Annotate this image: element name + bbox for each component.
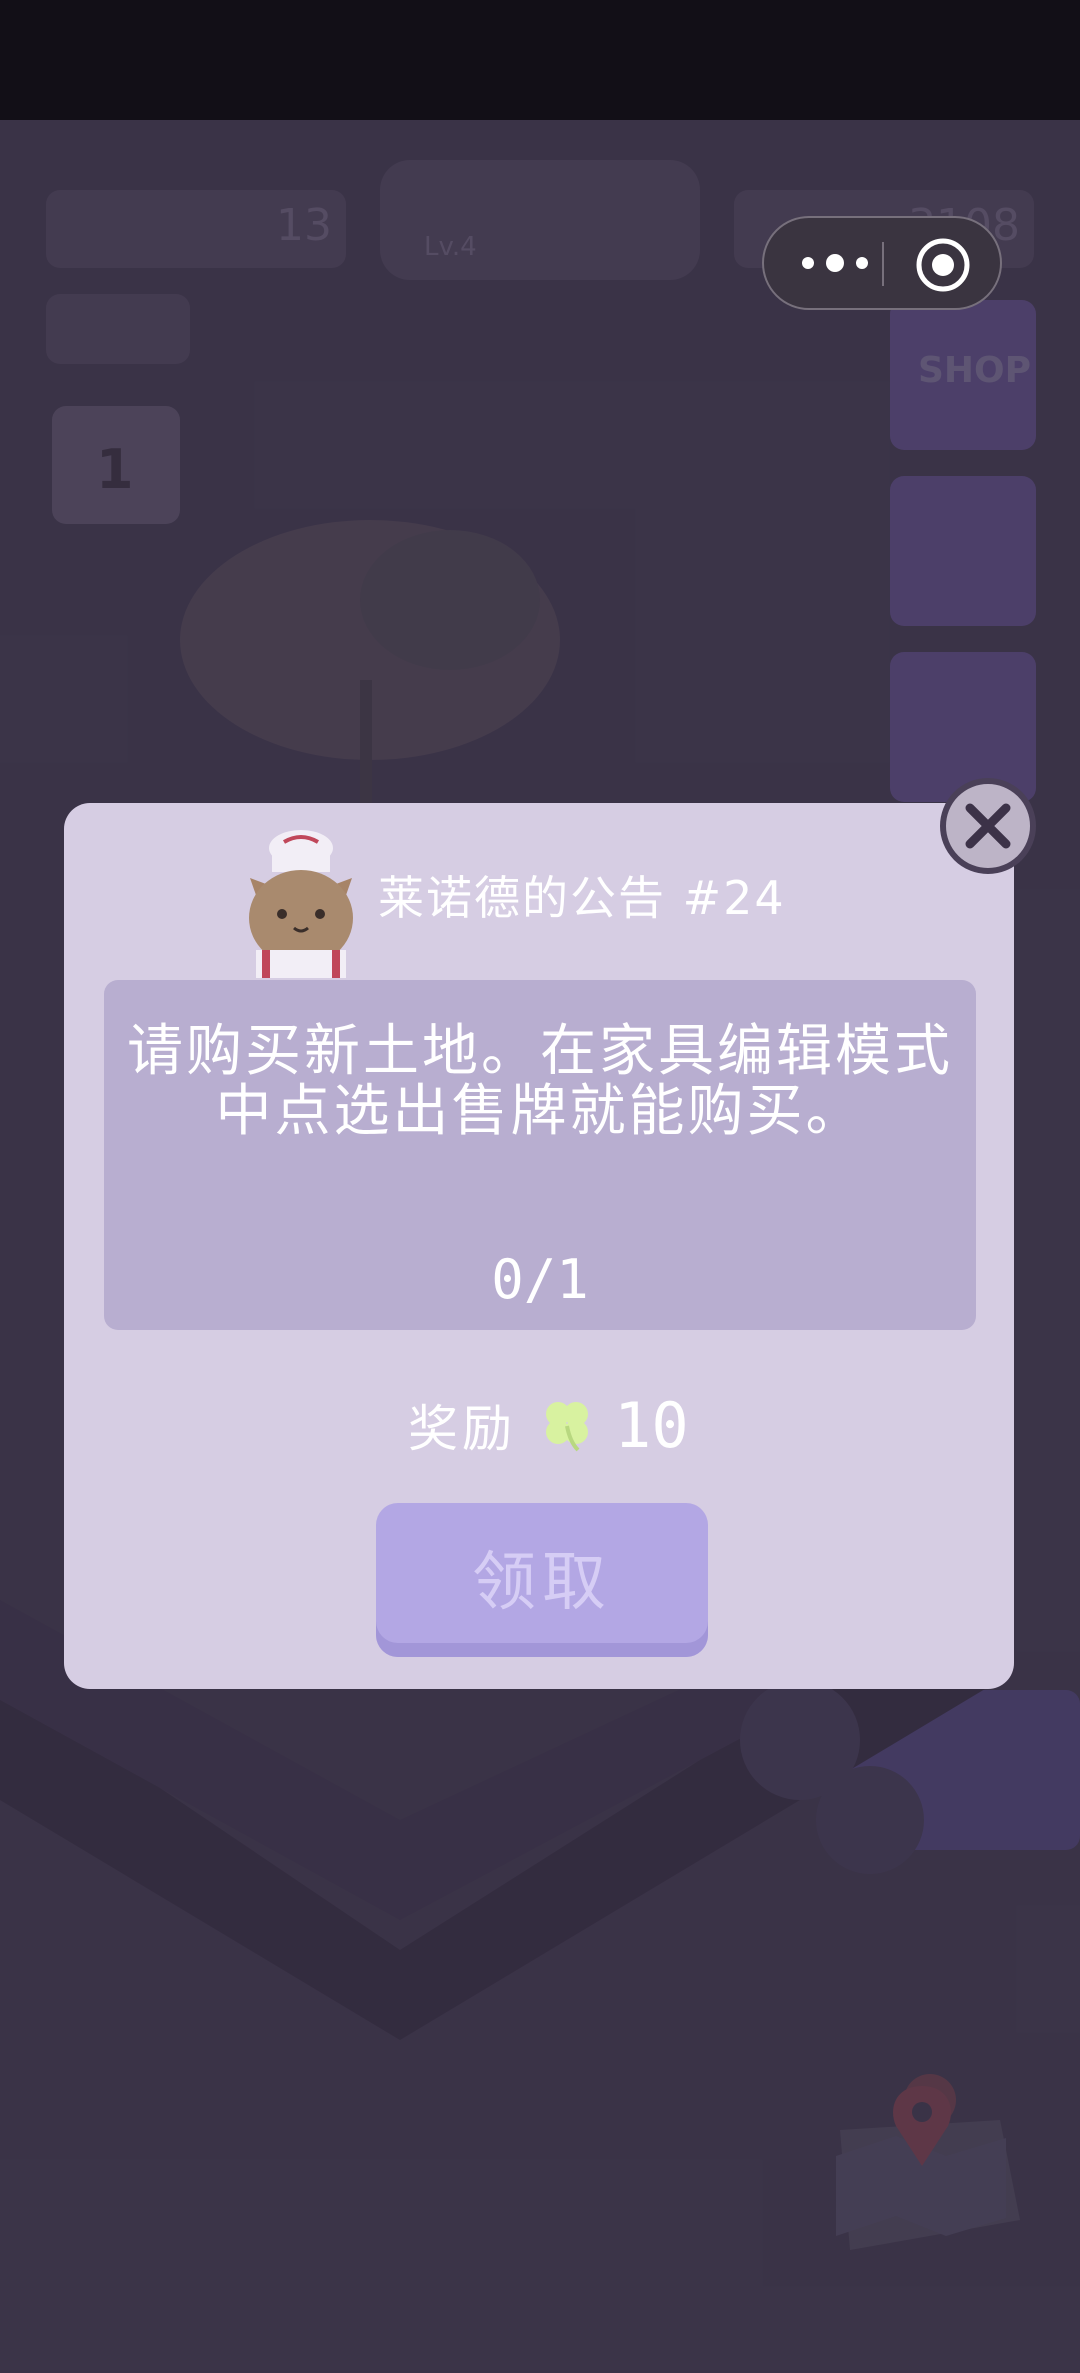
clover-icon	[546, 1402, 588, 1452]
dialog-title: 莱诺德的公告 #24	[378, 871, 786, 925]
capsule-divider	[882, 242, 884, 286]
close-icon	[965, 803, 1011, 849]
reward-row: 奖励 10	[408, 1388, 689, 1462]
quest-progress: 0/1	[491, 1248, 589, 1311]
more-dots-icon[interactable]	[798, 248, 872, 278]
close-button[interactable]	[940, 778, 1036, 874]
claim-label: 领取	[472, 1546, 612, 1620]
target-close-icon[interactable]	[914, 236, 972, 294]
quest-message: 请购买新土地。在家具编辑模式中点选出售牌就能购买。	[127, 1019, 953, 1144]
mini-program-capsule	[762, 216, 1002, 310]
claim-button[interactable]: 领取	[376, 1503, 708, 1657]
cat-chef-icon	[249, 830, 353, 978]
reward-label: 奖励	[408, 1400, 516, 1458]
reward-amount: 10	[614, 1388, 689, 1462]
